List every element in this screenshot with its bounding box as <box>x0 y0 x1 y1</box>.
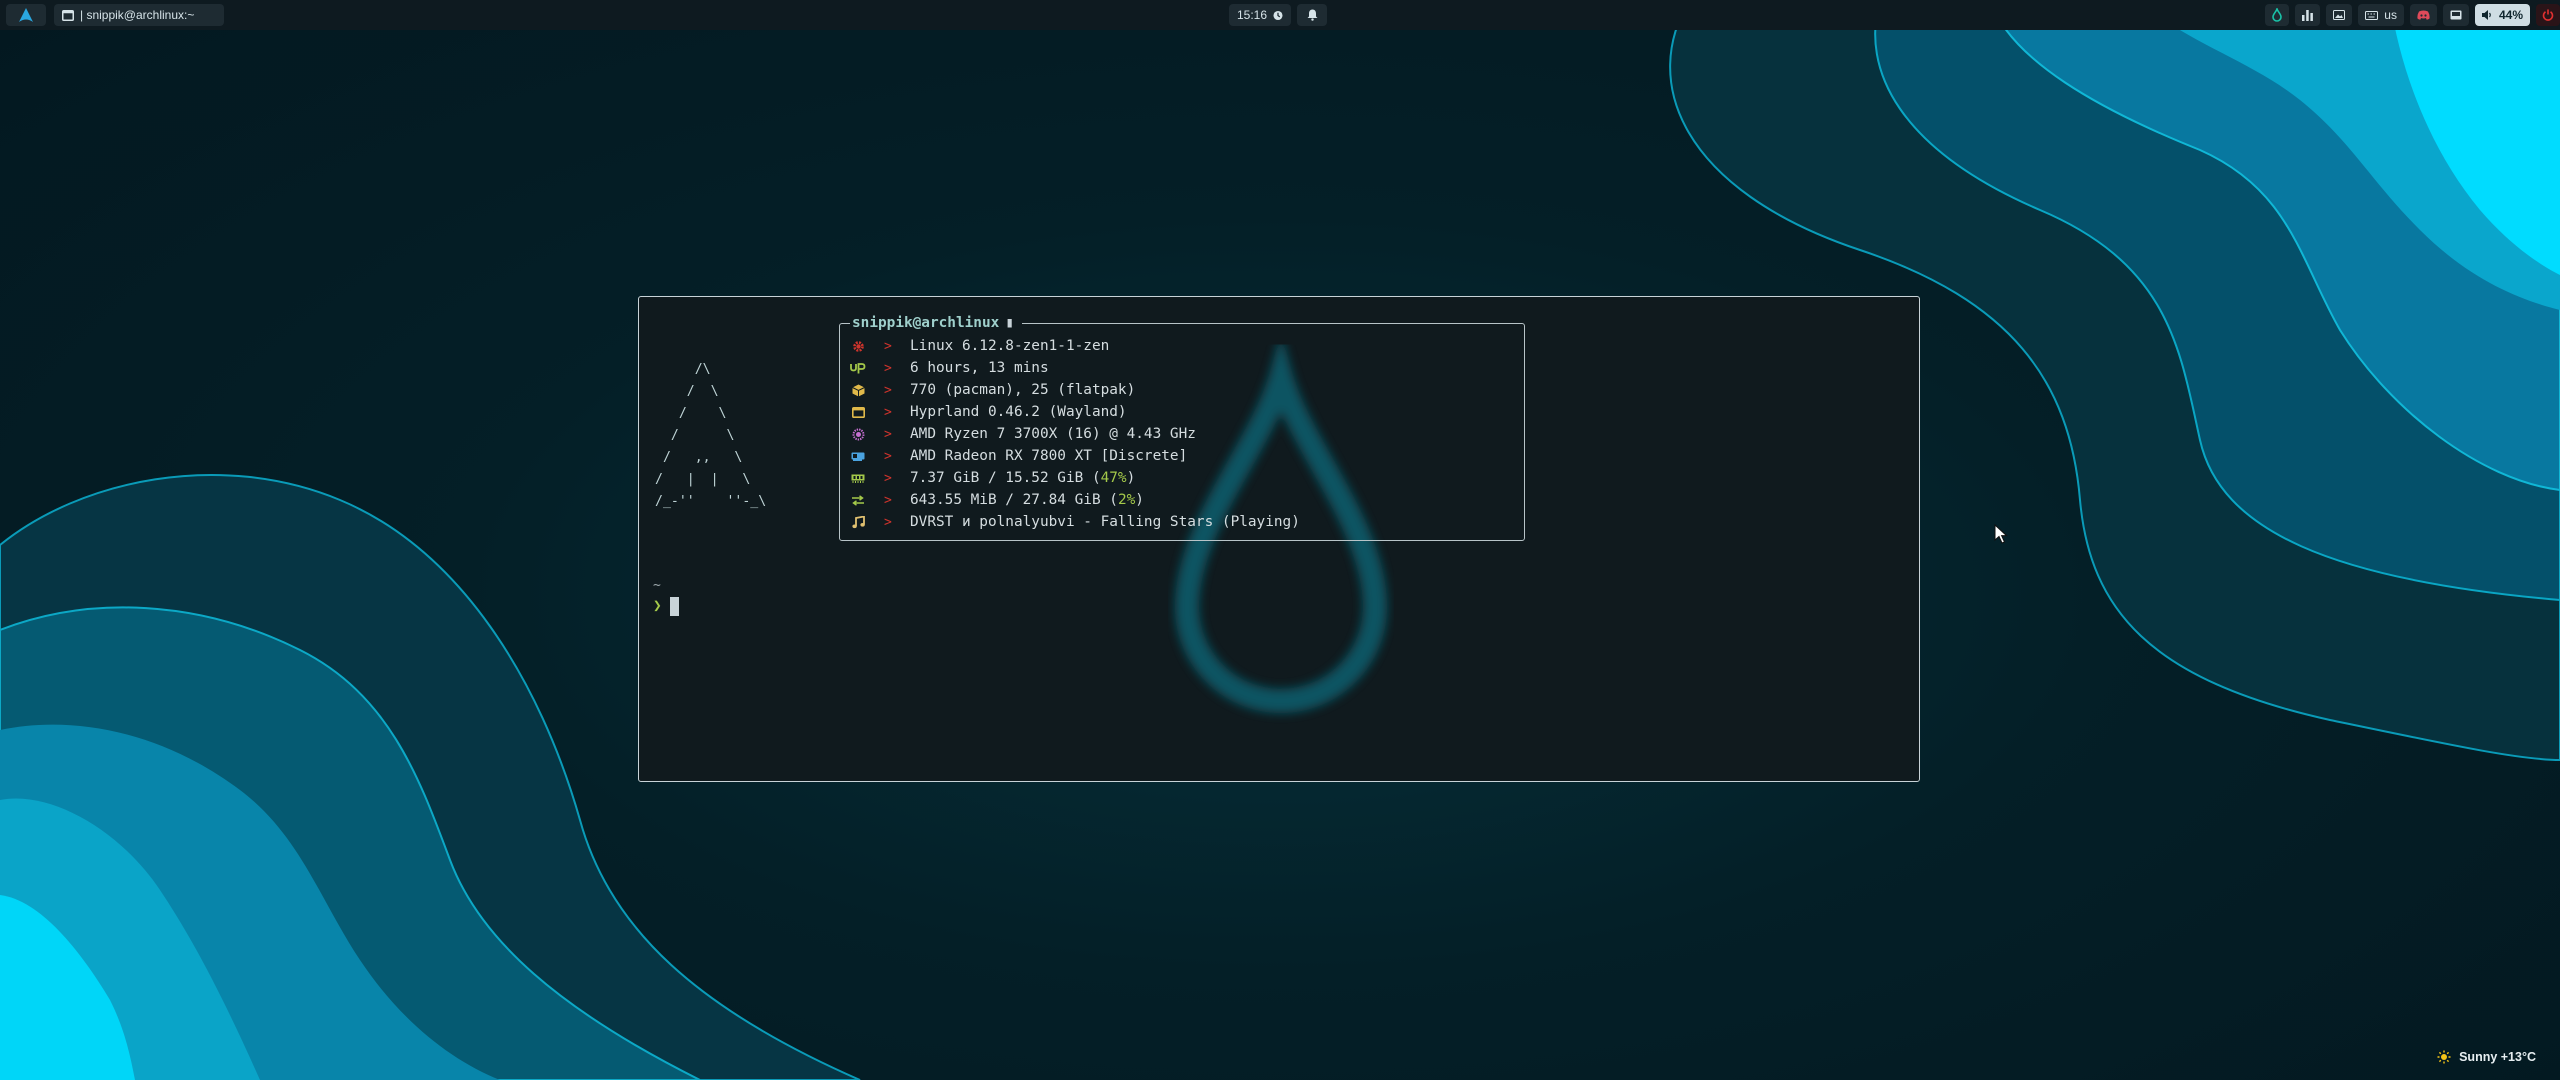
tray-picture[interactable] <box>2326 4 2353 26</box>
clock-time: 15:16 <box>1237 8 1268 22</box>
bell-icon <box>1307 9 1317 21</box>
fastfetch-box: snippik@archlinux ▮ > Linux 6.12.8-zen1-1… <box>839 313 1525 541</box>
text-cursor <box>669 596 679 616</box>
info-row-gpu: > AMD Radeon RX 7800 XT [Discrete] <box>850 445 1300 467</box>
battery-icon: ▮ <box>1005 315 1014 331</box>
volume-level: 44% <box>2498 8 2523 22</box>
packages-value: 770 (pacman), 25 (flatpak) <box>910 382 1136 398</box>
swap-value: 643.55 MiB / 27.84 GiB (2%) <box>910 492 1144 508</box>
window-icon <box>62 9 74 21</box>
memory-icon <box>850 470 866 486</box>
clock-icon <box>1273 10 1283 20</box>
window-icon <box>850 404 866 420</box>
clock[interactable]: 15:16 <box>1229 4 1291 26</box>
memory-value: 7.37 GiB / 15.52 GiB (47%) <box>910 470 1135 486</box>
row-arrow: > <box>884 426 892 442</box>
active-window-title[interactable]: | snippik@archlinux:~ <box>54 4 224 26</box>
info-row-cpu: > AMD Ryzen 7 3700X (16) @ 4.43 GHz <box>850 423 1300 445</box>
row-arrow: > <box>884 448 892 464</box>
top-bar: | snippik@archlinux:~ 15:16 us 44% <box>0 0 2560 30</box>
swap-usage: 643.55 MiB / 27.84 GiB ( <box>910 492 1118 508</box>
fastfetch-title: snippik@archlinux ▮ <box>850 313 1022 333</box>
row-arrow: > <box>884 360 892 376</box>
media-value: DVRST и polnalyubvi - Falling Stars (Pla… <box>910 514 1300 530</box>
gear-icon <box>850 338 866 354</box>
gpu-icon <box>850 448 866 464</box>
notifications-button[interactable] <box>1297 4 1327 26</box>
uptime-value: 6 hours, 13 mins <box>910 360 1049 376</box>
memory-usage: 7.37 GiB / 15.52 GiB ( <box>910 470 1101 486</box>
info-row-uptime: > 6 hours, 13 mins <box>850 357 1300 379</box>
tray-equalizer[interactable] <box>2295 4 2321 26</box>
memory-suffix: ) <box>1126 470 1136 486</box>
cpu-value: AMD Ryzen 7 3700X (16) @ 4.43 GHz <box>910 426 1196 442</box>
picture-icon <box>2333 10 2346 20</box>
row-arrow: > <box>884 404 892 420</box>
info-row-media: > DVRST и polnalyubvi - Falling Stars (P… <box>850 511 1300 533</box>
prompt-line: ❯ <box>653 595 679 617</box>
info-row-memory: > 7.37 GiB / 15.52 GiB (47%) <box>850 467 1300 489</box>
row-arrow: > <box>884 492 892 508</box>
wm-value: Hyprland 0.46.2 (Wayland) <box>910 404 1127 420</box>
tray-droplet[interactable] <box>2265 4 2290 26</box>
swap-icon <box>850 492 866 508</box>
sun-icon <box>2437 1050 2451 1064</box>
weather-text: Sunny +13°C <box>2459 1050 2536 1064</box>
ascii-logo: /\ / \ / \ / \ / ,, \ / | | \ /_-'' ''-_… <box>655 362 767 509</box>
system-tray: us 44% <box>2265 4 2560 26</box>
arch-logo-icon <box>19 8 33 22</box>
keyboard-layout[interactable]: us <box>2358 4 2404 26</box>
mouse-pointer-icon <box>1994 524 2008 544</box>
volume-control[interactable]: 44% <box>2474 4 2530 26</box>
tray-discord[interactable] <box>2409 4 2437 26</box>
terminal-window[interactable]: /\ / \ / \ / \ / ,, \ / | | \ /_-'' ''-_… <box>638 296 1920 782</box>
fastfetch-rows: > Linux 6.12.8-zen1-1-zen > 6 hours, 13 … <box>850 335 1300 533</box>
info-row-kernel: > Linux 6.12.8-zen1-1-zen <box>850 335 1300 357</box>
music-icon <box>850 514 866 530</box>
gpu-value: AMD Radeon RX 7800 XT [Discrete] <box>910 448 1188 464</box>
info-row-swap: > 643.55 MiB / 27.84 GiB (2%) <box>850 489 1300 511</box>
window-title-text: | snippik@archlinux:~ <box>80 8 195 22</box>
equalizer-icon <box>2302 9 2314 21</box>
cpu-icon <box>850 426 866 442</box>
droplet-icon <box>2272 8 2283 22</box>
row-arrow: > <box>884 382 892 398</box>
screen-icon <box>2450 10 2462 20</box>
app-launcher-button[interactable] <box>6 4 46 26</box>
keyboard-layout-text: us <box>2384 8 2397 22</box>
swap-suffix: ) <box>1135 492 1144 508</box>
prompt-symbol: ❯ <box>653 598 662 614</box>
keyboard-icon <box>2365 10 2379 20</box>
swap-percent: 2% <box>1117 492 1136 508</box>
prompt-cwd: ~ <box>653 578 661 593</box>
speaker-icon <box>2481 10 2491 20</box>
uptime-icon <box>850 360 866 376</box>
power-icon <box>2542 9 2554 21</box>
row-arrow: > <box>884 338 892 354</box>
row-arrow: > <box>884 514 892 530</box>
info-row-wm: > Hyprland 0.46.2 (Wayland) <box>850 401 1300 423</box>
row-arrow: > <box>884 470 892 486</box>
weather-widget[interactable]: Sunny +13°C <box>2437 1050 2536 1064</box>
kernel-value: Linux 6.12.8-zen1-1-zen <box>910 338 1110 354</box>
shell-prompt[interactable]: ~ ❯ <box>653 575 679 617</box>
discord-icon <box>2417 10 2430 20</box>
user-host: snippik@archlinux <box>852 315 1000 331</box>
info-row-packages: > 770 (pacman), 25 (flatpak) <box>850 379 1300 401</box>
tray-screen[interactable] <box>2442 4 2469 26</box>
memory-percent: 47% <box>1100 470 1127 486</box>
package-icon <box>850 382 866 398</box>
power-button[interactable] <box>2536 4 2560 26</box>
